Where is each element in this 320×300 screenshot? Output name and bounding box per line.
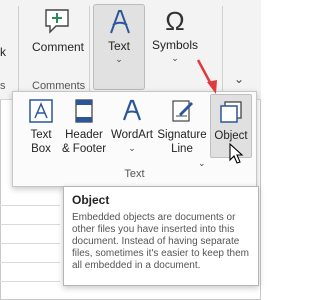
annotation-arrow	[196, 59, 217, 94]
cursor-icon	[229, 143, 244, 164]
